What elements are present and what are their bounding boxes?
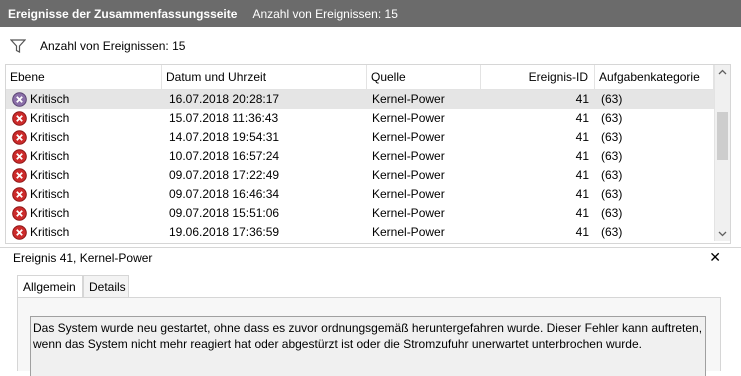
summary-title-bar: Ereignisse der Zusammenfassungsseite Anz… [0, 0, 741, 27]
cell-event-id: 41 [575, 168, 589, 182]
scroll-down-icon[interactable] [715, 226, 730, 241]
cell-source: Kernel-Power [372, 111, 445, 125]
cell-task-category: (63) [601, 111, 623, 125]
cell-event-id: 41 [575, 187, 589, 201]
critical-error-icon [12, 92, 27, 107]
scrollbar-thumb[interactable] [717, 112, 728, 160]
critical-error-icon [12, 149, 27, 164]
cell-level: Kritisch [30, 187, 70, 201]
close-icon[interactable]: ✕ [709, 249, 721, 266]
cell-source: Kernel-Power [372, 225, 445, 239]
cell-datetime: 10.07.2018 16:57:24 [169, 149, 280, 163]
filter-event-count: Anzahl von Ereignissen: 15 [40, 38, 186, 53]
event-list[interactable]: Ebene Datum und Uhrzeit Quelle Ereignis-… [5, 64, 731, 244]
table-row[interactable]: Kritisch 10.07.2018 16:57:24 Kernel-Powe… [6, 147, 714, 166]
cell-level: Kritisch [30, 206, 70, 220]
cell-source: Kernel-Power [372, 149, 445, 163]
cell-source: Kernel-Power [372, 187, 445, 201]
table-row[interactable]: Kritisch 09.07.2018 17:22:49 Kernel-Powe… [6, 166, 714, 185]
cell-level: Kritisch [30, 92, 70, 106]
event-rows: Kritisch 16.07.2018 20:28:17 Kernel-Powe… [6, 90, 714, 242]
summary-title: Ereignisse der Zusammenfassungsseite [8, 6, 238, 21]
cell-datetime: 15.07.2018 11:36:43 [169, 111, 279, 125]
tab-panel-allgemein: Das System wurde neu gestartet, ohne das… [17, 297, 721, 376]
cell-event-id: 41 [575, 206, 589, 220]
column-header-datetime[interactable]: Datum und Uhrzeit [162, 65, 367, 89]
cell-event-id: 41 [575, 149, 589, 163]
cell-level: Kritisch [30, 225, 70, 239]
cell-datetime: 09.07.2018 17:22:49 [169, 168, 280, 182]
tab-allgemein[interactable]: Allgemein [17, 275, 83, 298]
critical-error-icon [12, 130, 27, 145]
event-detail-title: Ereignis 41, Kernel-Power [13, 251, 153, 265]
table-row[interactable]: Kritisch 16.07.2018 20:28:17 Kernel-Powe… [6, 90, 714, 109]
cell-level: Kritisch [30, 111, 70, 125]
critical-error-icon [12, 111, 27, 126]
cell-datetime: 09.07.2018 15:51:06 [169, 206, 280, 220]
cell-event-id: 41 [575, 225, 589, 239]
cell-event-id: 41 [575, 130, 589, 144]
tab-details[interactable]: Details [83, 275, 129, 297]
vertical-scrollbar[interactable] [714, 65, 730, 241]
event-detail-header: Ereignis 41, Kernel-Power ✕ [0, 247, 741, 270]
cell-datetime: 16.07.2018 20:28:17 [169, 92, 280, 106]
cell-task-category: (63) [601, 168, 623, 182]
critical-error-icon [12, 168, 27, 183]
cell-level: Kritisch [30, 168, 70, 182]
column-header-event-id[interactable]: Ereignis-ID [481, 65, 595, 89]
cell-event-id: 41 [575, 111, 589, 125]
table-row[interactable]: Kritisch 09.07.2018 15:51:06 Kernel-Powe… [6, 204, 714, 223]
cell-source: Kernel-Power [372, 206, 445, 220]
cell-task-category: (63) [601, 130, 623, 144]
filter-icon[interactable] [9, 38, 27, 54]
cell-level: Kritisch [30, 149, 70, 163]
column-header-task-category[interactable]: Aufgabenkategorie [595, 65, 714, 89]
filter-bar: Anzahl von Ereignissen: 15 [0, 27, 741, 64]
critical-error-icon [12, 187, 27, 202]
cell-level: Kritisch [30, 130, 70, 144]
cell-datetime: 14.07.2018 19:54:31 [169, 130, 280, 144]
cell-task-category: (63) [601, 187, 623, 201]
summary-event-count: Anzahl von Ereignissen: 15 [252, 6, 398, 21]
table-row[interactable]: Kritisch 19.06.2018 17:36:59 Kernel-Powe… [6, 223, 714, 242]
event-description[interactable]: Das System wurde neu gestartet, ohne das… [30, 316, 706, 376]
cell-task-category: (63) [601, 149, 623, 163]
cell-datetime: 19.06.2018 17:36:59 [169, 225, 280, 239]
table-row[interactable]: Kritisch 09.07.2018 16:46:34 Kernel-Powe… [6, 185, 714, 204]
critical-error-icon [12, 206, 27, 221]
cell-task-category: (63) [601, 92, 623, 106]
critical-error-icon [12, 225, 27, 240]
cell-event-id: 41 [575, 92, 589, 106]
column-header-source[interactable]: Quelle [367, 65, 481, 89]
table-row[interactable]: Kritisch 15.07.2018 11:36:43 Kernel-Powe… [6, 109, 714, 128]
scroll-up-icon[interactable] [715, 65, 730, 80]
event-list-header: Ebene Datum und Uhrzeit Quelle Ereignis-… [6, 65, 714, 90]
cell-source: Kernel-Power [372, 130, 445, 144]
cell-source: Kernel-Power [372, 92, 445, 106]
cell-task-category: (63) [601, 225, 623, 239]
cell-source: Kernel-Power [372, 168, 445, 182]
cell-task-category: (63) [601, 206, 623, 220]
cell-datetime: 09.07.2018 16:46:34 [169, 187, 280, 201]
column-header-level[interactable]: Ebene [6, 65, 162, 89]
table-row[interactable]: Kritisch 14.07.2018 19:54:31 Kernel-Powe… [6, 128, 714, 147]
